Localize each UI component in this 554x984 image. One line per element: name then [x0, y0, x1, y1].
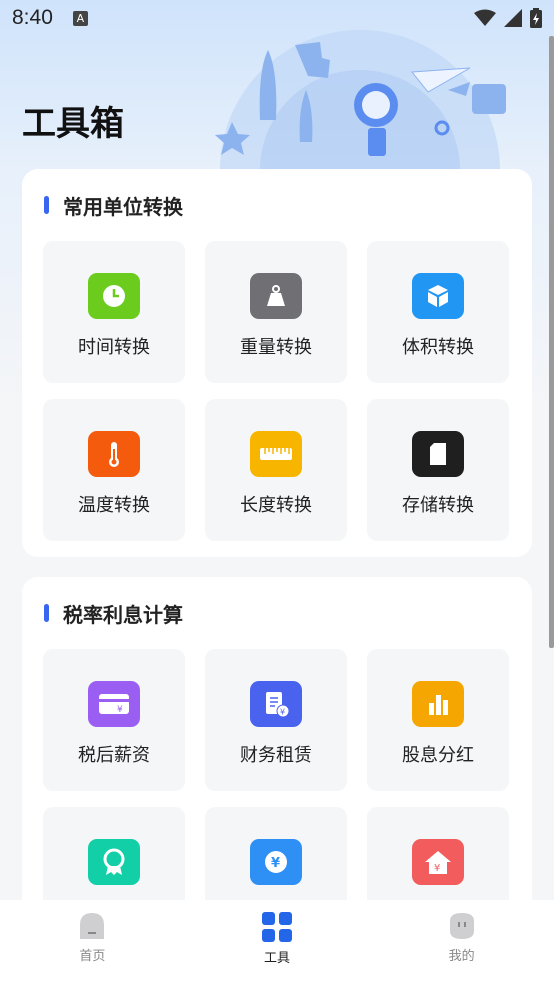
clock-icon — [88, 273, 140, 319]
tool-label: 股息分红 — [402, 745, 474, 766]
svg-text:¥: ¥ — [280, 708, 285, 717]
card-yen-icon: ¥ — [88, 681, 140, 727]
svg-text:¥: ¥ — [271, 856, 280, 871]
status-time: 8:40 — [12, 6, 53, 29]
yen-coin-icon: ¥ — [250, 839, 302, 885]
financial-leasing-tool[interactable]: ¥ 财务租赁 — [205, 649, 347, 791]
weight-conversion-tool[interactable]: 重量转换 — [205, 241, 347, 383]
ruler-icon — [250, 431, 302, 477]
tool-label: 长度转换 — [240, 495, 312, 516]
nav-home[interactable]: 首页 — [32, 911, 152, 964]
signal-icon — [504, 9, 522, 27]
tool-label: 税后薪资 — [78, 745, 150, 766]
battery-icon — [530, 8, 542, 28]
tool-label: 体积转换 — [402, 337, 474, 358]
document-yen-icon: ¥ — [250, 681, 302, 727]
tool-label: 财务租赁 — [240, 745, 312, 766]
section-title: 常用单位转换 — [63, 194, 183, 219]
cube-icon — [412, 273, 464, 319]
nav-profile[interactable]: 我的 — [402, 911, 522, 964]
nav-label: 我的 — [448, 949, 475, 964]
svg-text:¥: ¥ — [434, 863, 440, 874]
bar-chart-icon — [412, 681, 464, 727]
nav-tools[interactable]: 工具 — [217, 911, 337, 966]
notification-icon: A — [72, 10, 88, 26]
tool-label: 重量转换 — [240, 337, 312, 358]
section-accent-bar — [44, 196, 49, 214]
time-conversion-tool[interactable]: 时间转换 — [43, 241, 185, 383]
nav-label: 工具 — [263, 951, 290, 966]
page-title: 工具箱 — [22, 104, 124, 144]
sd-card-icon — [412, 431, 464, 477]
svg-text:¥: ¥ — [117, 705, 123, 715]
header-illustration — [215, 30, 506, 170]
nav-label: 首页 — [79, 949, 106, 964]
unit-conversion-card: 常用单位转换 时间转换 重量转换 体积转换 温度转换 长度转换 存储转换 — [22, 169, 532, 557]
dividend-tool[interactable]: 股息分红 — [367, 649, 509, 791]
home-icon — [80, 913, 105, 939]
weight-icon — [250, 273, 302, 319]
grid-icon — [261, 912, 292, 942]
after-tax-salary-tool[interactable]: ¥ 税后薪资 — [43, 649, 185, 791]
thermometer-icon — [88, 431, 140, 477]
scrollbar[interactable] — [549, 36, 554, 648]
ribbon-icon — [88, 839, 140, 885]
tool-label: 存储转换 — [402, 495, 474, 516]
temperature-conversion-tool[interactable]: 温度转换 — [43, 399, 185, 541]
tool-label: 时间转换 — [78, 337, 150, 358]
wifi-icon — [474, 9, 496, 26]
tool-label: 温度转换 — [78, 495, 150, 516]
length-conversion-tool[interactable]: 长度转换 — [205, 399, 347, 541]
profile-icon — [449, 913, 474, 939]
storage-conversion-tool[interactable]: 存储转换 — [367, 399, 509, 541]
tax-interest-card: 税率利息计算 ¥ 税后薪资 ¥ 财务租赁 股息分红 ¥ ¥ — [22, 577, 532, 949]
section-title: 税率利息计算 — [63, 602, 183, 627]
house-yen-icon: ¥ — [412, 839, 464, 885]
volume-conversion-tool[interactable]: 体积转换 — [367, 241, 509, 383]
bottom-nav: 首页 工具 我的 — [0, 900, 554, 984]
section-accent-bar — [44, 604, 49, 622]
